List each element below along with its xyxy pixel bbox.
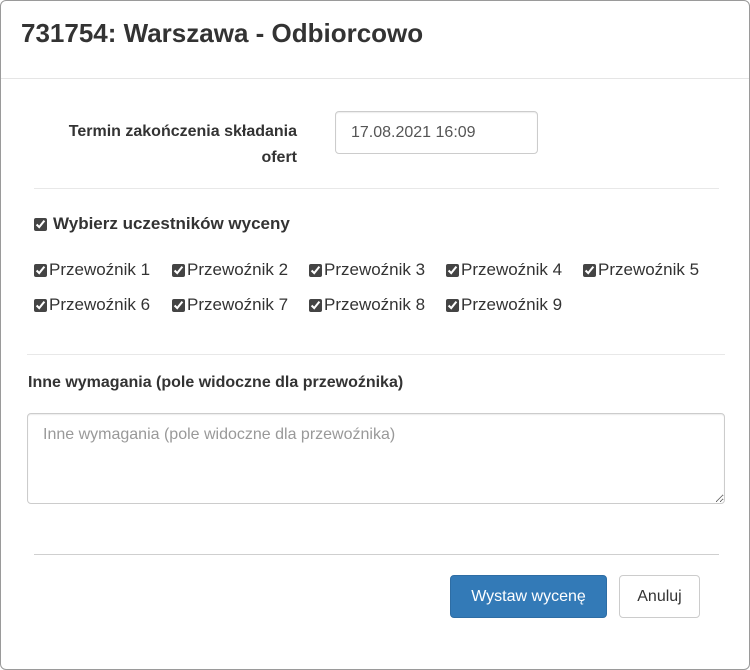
quote-modal: 731754: Warszawa - Odbiorcowo Termin zak… bbox=[0, 0, 750, 670]
carrier-checkbox[interactable] bbox=[309, 298, 322, 312]
carrier-checkbox[interactable] bbox=[446, 263, 459, 277]
carrier-label: Przewoźnik 6 bbox=[49, 295, 151, 314]
carrier-checkbox[interactable] bbox=[34, 298, 47, 312]
carrier-checkbox[interactable] bbox=[34, 263, 47, 277]
carrier-label: Przewoźnik 3 bbox=[324, 260, 426, 279]
carrier-option[interactable]: Przewoźnik 3 bbox=[309, 259, 425, 281]
footer-divider bbox=[34, 554, 719, 555]
carrier-label: Przewoźnik 8 bbox=[324, 295, 426, 314]
select-all-participants[interactable]: Wybierz uczestników wyceny bbox=[34, 212, 290, 236]
divider bbox=[34, 188, 719, 189]
modal-header: 731754: Warszawa - Odbiorcowo bbox=[1, 1, 749, 79]
carrier-label: Przewoźnik 4 bbox=[461, 260, 563, 279]
divider bbox=[27, 354, 725, 355]
carrier-label: Przewoźnik 7 bbox=[187, 295, 289, 314]
carrier-checkbox[interactable] bbox=[172, 263, 185, 277]
carrier-label: Przewoźnik 5 bbox=[598, 260, 700, 279]
carrier-checkbox[interactable] bbox=[446, 298, 459, 312]
carrier-checkbox[interactable] bbox=[583, 263, 596, 277]
carrier-option[interactable]: Przewoźnik 4 bbox=[446, 259, 562, 281]
select-all-label: Wybierz uczestników wyceny bbox=[53, 214, 290, 233]
select-all-checkbox[interactable] bbox=[34, 217, 47, 231]
carrier-checkbox[interactable] bbox=[172, 298, 185, 312]
carrier-option[interactable]: Przewoźnik 6 bbox=[34, 294, 150, 316]
carrier-option[interactable]: Przewoźnik 7 bbox=[172, 294, 288, 316]
submit-quote-button[interactable]: Wystaw wycenę bbox=[450, 575, 607, 618]
offer-deadline-input[interactable] bbox=[335, 111, 538, 154]
modal-title: 731754: Warszawa - Odbiorcowo bbox=[21, 18, 424, 48]
carrier-option[interactable]: Przewoźnik 8 bbox=[309, 294, 425, 316]
cancel-button[interactable]: Anuluj bbox=[619, 575, 700, 618]
carrier-option[interactable]: Przewoźnik 5 bbox=[583, 259, 699, 281]
carrier-option[interactable]: Przewoźnik 2 bbox=[172, 259, 288, 281]
requirements-label: Inne wymagania (pole widoczne dla przewo… bbox=[28, 374, 404, 391]
carrier-option[interactable]: Przewoźnik 9 bbox=[446, 294, 562, 316]
requirements-textarea[interactable] bbox=[27, 413, 725, 504]
offer-deadline-label: Termin zakończenia składania ofert bbox=[68, 123, 297, 166]
carrier-checkbox[interactable] bbox=[309, 263, 322, 277]
carrier-label: Przewoźnik 2 bbox=[187, 260, 289, 279]
carrier-option[interactable]: Przewoźnik 1 bbox=[34, 259, 150, 281]
carrier-label: Przewoźnik 9 bbox=[461, 295, 563, 314]
carrier-label: Przewoźnik 1 bbox=[49, 260, 151, 279]
